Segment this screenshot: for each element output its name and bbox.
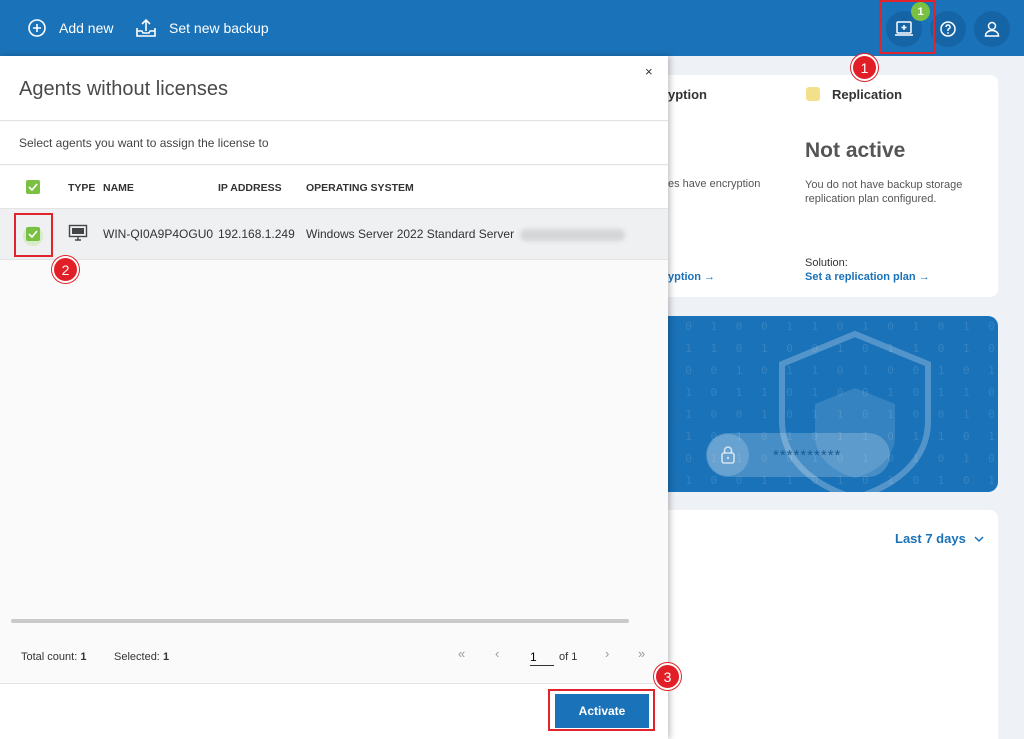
- total-count-value: 1: [80, 651, 87, 663]
- dialog-title: Agents without licenses: [19, 78, 229, 100]
- replication-title: Replication: [832, 87, 903, 102]
- computer-icon: [68, 224, 88, 241]
- scrollbar-thumb[interactable]: [11, 619, 629, 623]
- previous-page-icon[interactable]: ‹: [495, 646, 499, 661]
- next-page-icon[interactable]: ›: [605, 646, 609, 661]
- top-bar: Add new Set new backup 1: [0, 0, 1024, 56]
- period-select-label: Last 7 days: [895, 531, 966, 546]
- upload-tray-icon: [136, 18, 156, 37]
- select-all-checkbox[interactable]: [26, 180, 40, 194]
- column-header-name[interactable]: NAME: [103, 182, 134, 194]
- dialog-header: Agents without licenses ×: [0, 56, 668, 121]
- set-new-backup-label: Set new backup: [169, 20, 269, 36]
- password-mask: **********: [773, 447, 842, 464]
- highlight-box-license-button: [879, 0, 935, 54]
- total-count-label: Total count:: [21, 651, 78, 663]
- solution-label: Solution:: [805, 257, 848, 269]
- column-header-ip-address[interactable]: IP ADDRESS: [218, 182, 282, 194]
- set-new-backup-button[interactable]: Set new backup: [135, 0, 269, 56]
- first-page-icon[interactable]: «: [458, 646, 465, 661]
- period-select[interactable]: Last 7 days: [895, 531, 985, 546]
- last-page-icon[interactable]: »: [638, 646, 645, 661]
- table-header: TYPE NAME IP ADDRESS OPERATING SYSTEM: [0, 166, 668, 209]
- user-profile-button[interactable]: [974, 11, 1010, 47]
- row-checkbox[interactable]: [26, 227, 40, 241]
- encryption-title: yption: [668, 87, 707, 102]
- total-count: Total count: 1: [21, 651, 86, 663]
- add-new-button[interactable]: Add new: [27, 0, 113, 56]
- agent-os: Windows Server 2022 Standard Server: [306, 227, 515, 241]
- selected-count-label: Selected:: [114, 651, 160, 663]
- check-icon: [28, 183, 38, 191]
- set-replication-plan-link[interactable]: Set a replication plan →: [805, 271, 930, 283]
- agent-name: WIN-QI0A9P4OGU0: [103, 227, 214, 241]
- encryption-text: es have encryption: [668, 178, 761, 190]
- help-button[interactable]: [930, 11, 966, 47]
- column-header-operating-system[interactable]: OPERATING SYSTEM: [306, 182, 414, 194]
- column-header-type[interactable]: TYPE: [68, 182, 95, 194]
- plus-circle-icon: [28, 19, 46, 37]
- step-marker-1: 1: [851, 54, 878, 81]
- chevron-down-icon: [974, 536, 984, 543]
- selected-count: Selected: 1: [114, 651, 169, 663]
- replication-icon: [806, 87, 820, 101]
- check-icon: [28, 230, 38, 238]
- step-marker-3: 3: [654, 663, 681, 690]
- step-marker-2: 2: [52, 256, 79, 283]
- help-icon: [940, 21, 956, 37]
- highlight-box-activate: [548, 689, 655, 731]
- lock-icon: [707, 434, 749, 476]
- user-icon: [984, 21, 1000, 37]
- close-button[interactable]: ×: [645, 64, 653, 79]
- agents-without-licenses-dialog: Agents without licenses × Select agents …: [0, 56, 668, 739]
- horizontal-scrollbar[interactable]: [5, 618, 665, 624]
- replication-description: You do not have backup storage replicati…: [805, 179, 963, 205]
- security-banner: 1 0 1 0 0 1 1 0 1 0 1 0 1 0 1 0 1 1 0 1 …: [660, 316, 998, 492]
- agent-ip: 192.168.1.249: [218, 227, 295, 241]
- page-of-label: of 1: [559, 651, 578, 663]
- dialog-subtitle-bar: Select agents you want to assign the lic…: [0, 122, 668, 165]
- replication-status: Not active: [805, 139, 906, 162]
- add-new-label: Add new: [59, 20, 114, 36]
- redacted-text: [520, 229, 625, 241]
- dialog-subtitle: Select agents you want to assign the lic…: [19, 136, 269, 150]
- page-number-input[interactable]: [530, 648, 554, 666]
- encryption-link[interactable]: yption →: [668, 271, 715, 283]
- selected-count-value: 1: [162, 651, 170, 663]
